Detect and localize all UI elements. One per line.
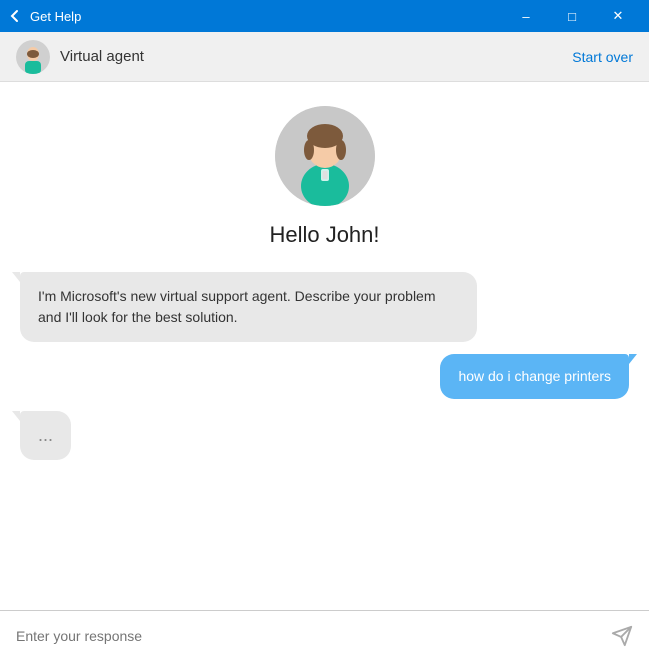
user-message-text-1: how do i change printers [458, 368, 611, 384]
start-over-link[interactable]: Start over [572, 49, 633, 65]
window-controls: – □ ✕ [503, 0, 641, 32]
bot-message-1: I'm Microsoft's new virtual support agen… [20, 272, 629, 342]
chat-area: Hello John! I'm Microsoft's new virtual … [0, 82, 649, 610]
typing-dots: ... [38, 425, 53, 445]
title-bar: Get Help – □ ✕ [0, 0, 649, 32]
response-input[interactable] [16, 628, 611, 644]
agent-name: Virtual agent [60, 48, 572, 65]
messages-container: I'm Microsoft's new virtual support agen… [20, 272, 629, 460]
close-button[interactable]: ✕ [595, 0, 641, 32]
bot-message-text-1: I'm Microsoft's new virtual support agen… [38, 288, 436, 325]
typing-indicator: ... [20, 411, 629, 460]
send-button[interactable] [611, 625, 633, 647]
user-message-1: how do i change printers [20, 354, 629, 399]
user-bubble-1: how do i change printers [440, 354, 629, 399]
typing-bubble: ... [20, 411, 71, 460]
app-title: Get Help [30, 9, 503, 24]
agent-avatar-small [16, 40, 50, 74]
greeting-text: Hello John! [269, 222, 379, 248]
header-bar: Virtual agent Start over [0, 32, 649, 82]
agent-avatar-large [275, 106, 375, 206]
bot-bubble-1: I'm Microsoft's new virtual support agen… [20, 272, 477, 342]
back-button[interactable] [8, 9, 22, 23]
maximize-button[interactable]: □ [549, 0, 595, 32]
minimize-button[interactable]: – [503, 0, 549, 32]
input-area [0, 610, 649, 660]
